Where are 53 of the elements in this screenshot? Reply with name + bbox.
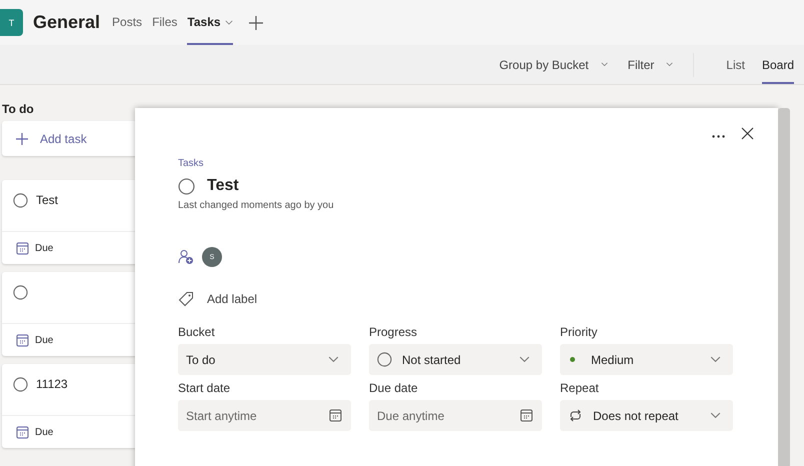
plan-name: Tasks — [178, 158, 205, 169]
task-title: 11123 — [36, 377, 68, 391]
last-changed-text: Last changed moments ago by you — [178, 200, 335, 211]
due-label: Due — [35, 242, 54, 254]
calendar-icon — [329, 409, 342, 422]
chevron-down-icon — [328, 356, 339, 363]
tag-icon — [178, 291, 194, 307]
assign-person-icon[interactable] — [178, 249, 194, 265]
scrollbar[interactable] — [778, 108, 790, 466]
date-field[interactable]: Due anytime — [369, 400, 542, 431]
circle-checkbox[interactable] — [13, 285, 28, 300]
calendar-icon — [16, 242, 29, 254]
channel-tab[interactable]: Posts — [112, 0, 142, 45]
dropdown-field[interactable]: To do — [178, 344, 351, 375]
plus-icon — [16, 132, 28, 144]
toolbar-dropdown[interactable]: Filter — [628, 58, 674, 72]
field-label: Start date — [178, 381, 232, 395]
chevron-down-icon — [600, 62, 608, 67]
circle-checkbox[interactable] — [13, 193, 28, 208]
chevron-down-icon — [710, 412, 721, 419]
circle-checkbox[interactable] — [13, 377, 28, 392]
circle-checkbox[interactable] — [178, 178, 195, 194]
field-label: Bucket — [178, 325, 216, 339]
calendar-icon — [520, 409, 533, 422]
dropdown-field[interactable]: Not started — [369, 344, 542, 375]
dropdown-field[interactable]: Medium — [560, 344, 733, 375]
channel-name: General — [33, 12, 100, 33]
add-tab-icon[interactable] — [248, 16, 263, 30]
date-field[interactable]: Start anytime — [178, 400, 351, 431]
chevron-down-icon — [666, 62, 674, 67]
bucket-title: To do — [2, 102, 35, 118]
chevron-down-icon — [710, 356, 721, 363]
channel-tab[interactable]: Files — [152, 0, 178, 45]
view-tab[interactable]: List — [726, 45, 745, 84]
field-label: Repeat — [560, 381, 600, 395]
calendar-icon — [16, 334, 29, 346]
circle-icon — [377, 352, 392, 367]
close-icon[interactable] — [741, 127, 754, 140]
calendar-icon — [16, 426, 29, 438]
team-avatar[interactable]: T — [0, 9, 23, 36]
field-label: Progress — [369, 325, 418, 339]
due-label: Due — [35, 426, 54, 438]
task-title: Test — [36, 193, 58, 207]
due-label: Due — [35, 334, 54, 346]
dropdown-field[interactable]: Does not repeat — [560, 400, 733, 431]
add-label-button[interactable]: Add label — [178, 291, 258, 307]
view-tab[interactable]: Board — [762, 45, 794, 84]
toolbar-dropdown[interactable]: Group by Bucket — [499, 58, 608, 72]
field-label: Due date — [369, 381, 419, 395]
repeat-icon — [568, 409, 583, 422]
field-label: Priority — [560, 325, 598, 339]
task-title: Test — [207, 177, 239, 195]
chevron-down-icon — [519, 356, 530, 363]
